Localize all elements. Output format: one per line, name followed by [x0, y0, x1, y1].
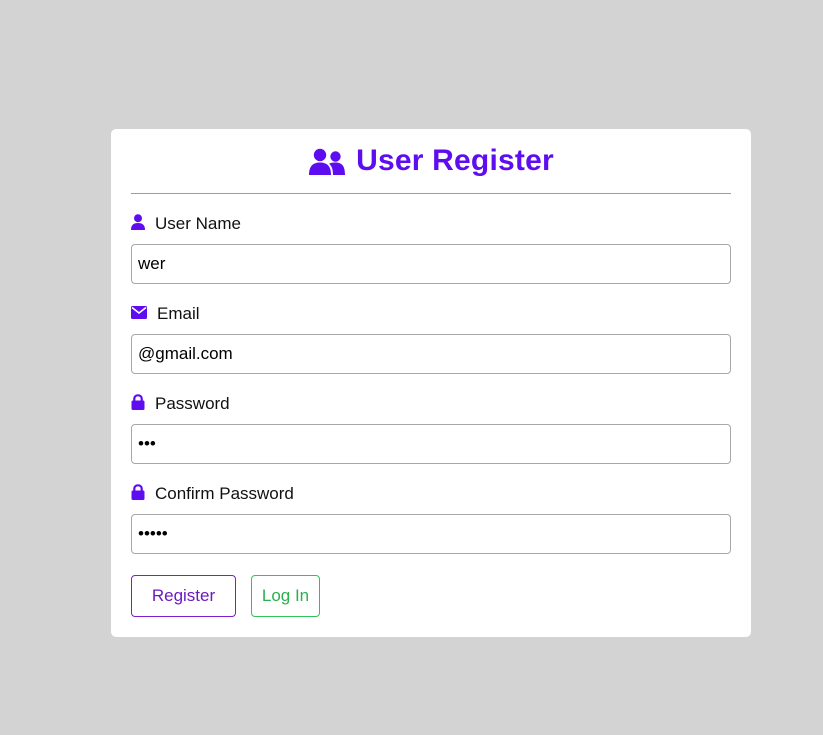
email-label-row: Email [131, 304, 200, 324]
username-label: User Name [155, 214, 241, 233]
password-input[interactable] [131, 424, 731, 464]
lock-icon [131, 393, 145, 415]
form-title: User Register [356, 144, 554, 177]
confirm-password-label: Confirm Password [155, 484, 294, 503]
form-header: User Register [131, 129, 731, 194]
lock-icon [131, 483, 145, 505]
email-label: Email [157, 304, 200, 323]
confirm-password-input[interactable] [131, 514, 731, 554]
password-label-row: Password [131, 393, 230, 415]
users-icon [308, 148, 346, 176]
login-button[interactable]: Log In [251, 575, 320, 617]
register-button[interactable]: Register [131, 575, 236, 617]
username-label-row: User Name [131, 213, 241, 235]
email-input[interactable] [131, 334, 731, 374]
user-icon [131, 213, 145, 235]
confirm-password-label-row: Confirm Password [131, 483, 294, 505]
envelope-icon [131, 304, 147, 324]
password-label: Password [155, 394, 230, 413]
register-card: User Register User Name Email [111, 129, 751, 637]
username-input[interactable] [131, 244, 731, 284]
